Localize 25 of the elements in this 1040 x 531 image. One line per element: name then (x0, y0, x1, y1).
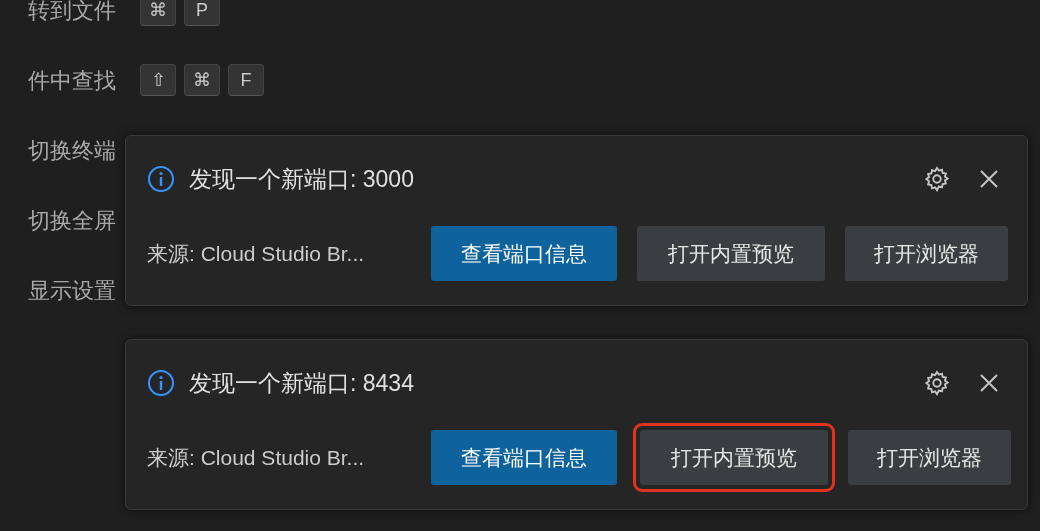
key-cap: P (184, 0, 220, 26)
action-button[interactable]: 查看端口信息 (431, 430, 617, 485)
action-button[interactable]: 打开内置预览 (640, 430, 828, 485)
notification-title: 发现一个新端口: 3000 (189, 164, 414, 194)
source-text: 来源: Cloud Studio Br... (147, 444, 366, 471)
notification-title: 发现一个新端口: 8434 (189, 368, 414, 398)
close-icon[interactable] (979, 169, 999, 189)
settings-icon[interactable] (923, 165, 951, 193)
action-button[interactable]: 打开浏览器 (848, 430, 1011, 485)
key-cap: ⌘ (184, 64, 220, 96)
action-button[interactable]: 打开浏览器 (845, 226, 1008, 281)
shortcut-label: 显示设置 (27, 276, 116, 305)
shortcut-label: 切换终端 (27, 136, 116, 165)
settings-icon[interactable] (923, 369, 951, 397)
info-icon (147, 369, 175, 397)
key-cap: ⇧ (140, 64, 176, 96)
info-icon (147, 165, 175, 193)
close-icon[interactable] (979, 373, 999, 393)
key-cap: F (228, 64, 264, 96)
key-cap: ⌘ (140, 0, 176, 26)
source-text: 来源: Cloud Studio Br... (147, 240, 366, 267)
action-button[interactable]: 打开内置预览 (637, 226, 825, 281)
shortcut-label: 切换全屏 (27, 206, 116, 235)
shortcut-label: 件中查找 (27, 66, 116, 95)
action-button[interactable]: 查看端口信息 (431, 226, 617, 281)
